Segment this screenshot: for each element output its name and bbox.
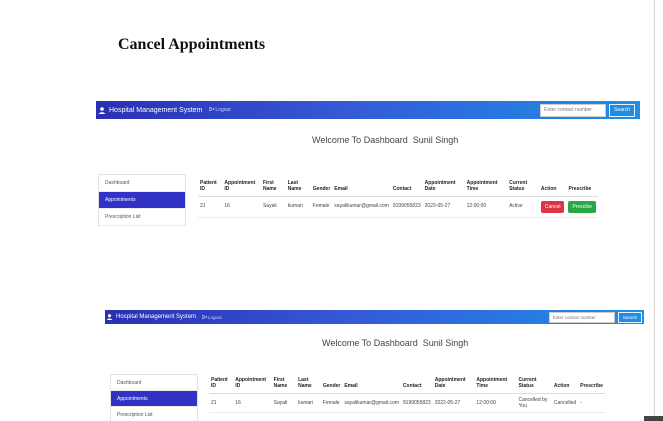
cell-first-name: Sayali [271,393,297,413]
col-appointment-date: Appointment Date [432,376,475,394]
logout-link[interactable]: Logout [209,107,231,113]
cell-patient-id: 21 [209,393,234,413]
col-appointment-time: Appointment Time [474,376,517,394]
col-first-name: First Name [260,179,286,197]
page-divider [654,0,655,421]
col-gender: Gender [310,179,333,197]
col-action: Action [538,179,567,197]
page-title: Cancel Appointments [118,36,266,53]
sign-out-icon [201,314,208,320]
search-input[interactable] [540,103,607,117]
sidebar-item-appointments[interactable]: Appointments [111,391,197,407]
col-contact: Contact [400,376,433,394]
cell-date: 2022-05-27 [432,393,475,413]
cell-patient-id: 21 [198,196,223,218]
brand-label: Hospital Management System [116,314,197,320]
appointments-table: Patient ID Appointment ID First Name Las… [198,179,598,218]
search-button[interactable]: Search [617,311,642,323]
logout-label: Logout [215,107,231,113]
brand-label: Hospital Management System [109,106,203,114]
table-row: 21 16 Sayali kumari Female sayalikumar@g… [198,196,598,218]
cell-action: Cancelled [551,393,579,413]
welcome-message: Welcome To Dashboard Sunil Singh [322,338,469,348]
col-patient-id: Patient ID [198,179,223,197]
cell-status: Cancelled by You [516,393,552,413]
col-contact: Contact [390,179,423,197]
col-appointment-id: Appointment ID [222,179,261,197]
cell-contact: 9199055823 [400,393,433,413]
col-appointment-id: Appointment ID [233,376,272,394]
table-row: 21 16 Sayali kumari Female sayalikumar@g… [209,393,605,413]
sidebar-item-dashboard[interactable]: Dashboard [111,375,197,391]
user-doctor-icon [98,106,106,114]
search-input[interactable] [548,311,615,323]
col-appointment-date: Appointment Date [422,179,465,197]
brand[interactable]: Hospital Management System [96,107,202,114]
col-prescribe: Prescribe [566,179,598,197]
navbar: Hospital Management System Logout Search [96,101,640,119]
cancel-button[interactable]: Cancel [540,200,565,213]
navbar: Hospital Management System Logout Search [105,310,644,324]
sidebar-item-dashboard[interactable]: Dashboard [99,175,185,192]
cell-appointment-id: 16 [233,393,272,413]
appointments-table: Patient ID Appointment ID First Name Las… [209,376,605,413]
nav-search: Search [540,103,640,117]
sidebar-item-appointments[interactable]: Appointments [99,192,185,209]
cell-action: Cancel [538,196,567,218]
cell-time: 12:00:00 [474,393,517,413]
logout-label: Logout [208,314,222,320]
nav-search: Search [548,311,644,323]
col-current-status: Current Status [507,179,539,197]
cell-date: 2022-05-27 [422,196,465,218]
sidebar-item-prescription-list[interactable]: Prescription List [111,407,197,421]
cell-status: Active [507,196,539,218]
cell-gender: Female [310,196,333,218]
logout-link[interactable]: Logout [201,314,222,320]
cell-last-name: kumari [296,393,321,413]
cell-prescribe: Prescibe [566,196,598,218]
table-header-row: Patient ID Appointment ID First Name Las… [198,179,598,197]
sidebar-item-prescription-list[interactable]: Prescription List [99,209,185,226]
search-button[interactable]: Search [609,103,635,117]
brand[interactable]: Hospital Management System [105,314,196,320]
col-email: Email [332,179,391,197]
col-prescribe: Prescribe [578,376,605,394]
cell-first-name: Sayali [260,196,286,218]
screenshot-cancelled-appointment: Hospital Management System Logout Search… [105,310,644,421]
user-doctor-icon [106,314,113,320]
cell-appointment-id: 16 [222,196,261,218]
screenshot-active-appointment: Hospital Management System Logout Search… [96,101,640,226]
col-email: Email [342,376,401,394]
cell-email: sayalikumar@gmail.com [342,393,401,413]
col-appointment-time: Appointment Time [464,179,508,197]
col-action: Action [551,376,579,394]
col-patient-id: Patient ID [209,376,234,394]
cell-gender: Female [320,393,343,413]
col-last-name: Last Name [296,376,321,394]
welcome-message: Welcome To Dashboard Sunil Singh [312,135,459,145]
cell-time: 12:00:00 [464,196,508,218]
cell-prescribe: - [578,393,605,413]
col-first-name: First Name [271,376,297,394]
cell-contact: 9199055823 [390,196,423,218]
col-last-name: Last Name [285,179,311,197]
col-gender: Gender [320,376,343,394]
table-header-row: Patient ID Appointment ID First Name Las… [209,376,605,394]
prescribe-button[interactable]: Prescibe [568,200,596,213]
sidebar: Dashboard Appointments Prescription List [110,374,198,421]
sign-out-icon [209,107,215,113]
col-current-status: Current Status [516,376,552,394]
cell-last-name: kumari [285,196,311,218]
cell-email: sayalikumar@gmail.com [332,196,391,218]
sidebar: Dashboard Appointments Prescription List [98,174,186,226]
